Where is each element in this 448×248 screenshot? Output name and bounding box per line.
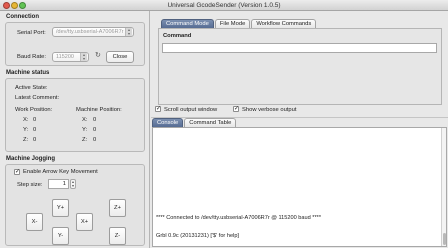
scroll-output-checkbox[interactable]: ✓ bbox=[155, 106, 161, 112]
machine-x-value: 0 bbox=[93, 117, 97, 123]
console-output[interactable]: **** Connected to /dev/tty.usbserial-A70… bbox=[152, 127, 447, 247]
connection-title: Connection bbox=[6, 14, 39, 20]
x-minus-button[interactable]: X- bbox=[26, 213, 43, 231]
window-maximize-button[interactable] bbox=[19, 2, 26, 9]
latest-comment-label: Latest Comment: bbox=[15, 95, 60, 101]
tab-file-mode[interactable]: File Mode bbox=[214, 19, 251, 28]
work-x-value: 0 bbox=[33, 117, 37, 123]
machine-z-axis: Z: bbox=[82, 137, 88, 143]
console-scrollbar[interactable] bbox=[441, 128, 446, 246]
serial-port-label: Serial Port: bbox=[17, 30, 46, 36]
tab-command-table[interactable]: Command Table bbox=[184, 118, 237, 127]
step-size-label: Step size: bbox=[17, 182, 43, 188]
console-line: **** Connected to /dev/tty.usbserial-A70… bbox=[156, 215, 321, 221]
machine-status-title: Machine status bbox=[6, 70, 50, 76]
baud-rate-value: 115200 bbox=[56, 54, 74, 60]
work-y-value: 0 bbox=[33, 127, 37, 133]
scroll-output-label: Scroll output window bbox=[164, 107, 218, 113]
work-y-axis: Y: bbox=[23, 127, 29, 133]
tab-console[interactable]: Console bbox=[152, 118, 184, 127]
command-label: Command bbox=[163, 33, 192, 39]
step-size-input[interactable]: 1 bbox=[48, 179, 69, 189]
command-input[interactable] bbox=[162, 43, 437, 53]
x-plus-button[interactable]: X+ bbox=[76, 213, 93, 231]
machine-z-value: 0 bbox=[93, 137, 97, 143]
scrollbar-thumb[interactable] bbox=[443, 233, 446, 245]
z-plus-button[interactable]: Z+ bbox=[109, 199, 126, 217]
z-minus-button[interactable]: Z- bbox=[109, 227, 126, 245]
machine-y-axis: Y: bbox=[82, 127, 88, 133]
close-button[interactable]: Close bbox=[106, 51, 134, 63]
active-state-label: Active State: bbox=[15, 85, 48, 91]
left-pane: Connection Serial Port: /dev/tty.usbseri… bbox=[0, 11, 150, 248]
work-position-label: Work Position: bbox=[15, 107, 53, 113]
select-arrows-icon: ▴ ▾ bbox=[125, 28, 132, 36]
command-panel: Command bbox=[158, 28, 442, 105]
window-title: Universal GcodeSender (Version 1.0.5) bbox=[167, 2, 281, 9]
step-size-stepper[interactable]: ▴ ▾ bbox=[70, 179, 76, 189]
baud-rate-label: Baud Rate: bbox=[17, 54, 47, 60]
enable-arrow-checkbox[interactable]: ✓ bbox=[14, 169, 20, 175]
work-x-axis: X: bbox=[23, 117, 29, 123]
machine-status-group: Active State: Latest Comment: Work Posit… bbox=[5, 78, 145, 152]
y-minus-button[interactable]: Y- bbox=[52, 227, 69, 245]
machine-y-value: 0 bbox=[93, 127, 97, 133]
machine-jogging-title: Machine Jogging bbox=[6, 156, 56, 162]
enable-arrow-label: Enable Arrow Key Movement bbox=[23, 169, 98, 175]
title-bar: Universal GcodeSender (Version 1.0.5) bbox=[0, 0, 448, 11]
window-close-button[interactable] bbox=[3, 2, 10, 9]
right-pane: Command Mode File Mode Workflow Commands… bbox=[151, 11, 448, 248]
baud-rate-select[interactable]: 115200 ▴ ▾ bbox=[52, 52, 89, 62]
console-tabs: Console Command Table bbox=[152, 118, 237, 127]
refresh-icon[interactable]: ↻ bbox=[95, 51, 101, 59]
command-tabs: Command Mode File Mode Workflow Commands bbox=[161, 19, 317, 28]
machine-x-axis: X: bbox=[82, 117, 88, 123]
select-arrows-icon: ▴ ▾ bbox=[80, 53, 87, 61]
machine-jogging-group: ✓ Enable Arrow Key Movement Step size: 1… bbox=[5, 164, 145, 246]
work-z-value: 0 bbox=[33, 137, 37, 143]
tab-command-mode[interactable]: Command Mode bbox=[161, 19, 214, 28]
y-plus-button[interactable]: Y+ bbox=[52, 199, 69, 217]
serial-port-value: /dev/tty.usbserial-A7006R7r bbox=[56, 29, 124, 35]
verbose-output-label: Show verbose output bbox=[242, 107, 297, 113]
tab-workflow-commands[interactable]: Workflow Commands bbox=[251, 19, 317, 28]
verbose-output-checkbox[interactable]: ✓ bbox=[233, 106, 239, 112]
serial-port-select[interactable]: /dev/tty.usbserial-A7006R7r ▴ ▾ bbox=[52, 27, 134, 37]
connection-group: Serial Port: /dev/tty.usbserial-A7006R7r… bbox=[5, 22, 145, 66]
machine-position-label: Machine Position: bbox=[76, 107, 122, 113]
work-z-axis: Z: bbox=[23, 137, 29, 143]
window-minimize-button[interactable] bbox=[11, 2, 18, 9]
console-line: Grbl 0.9c (20131231) ['$' for help] bbox=[156, 233, 239, 239]
